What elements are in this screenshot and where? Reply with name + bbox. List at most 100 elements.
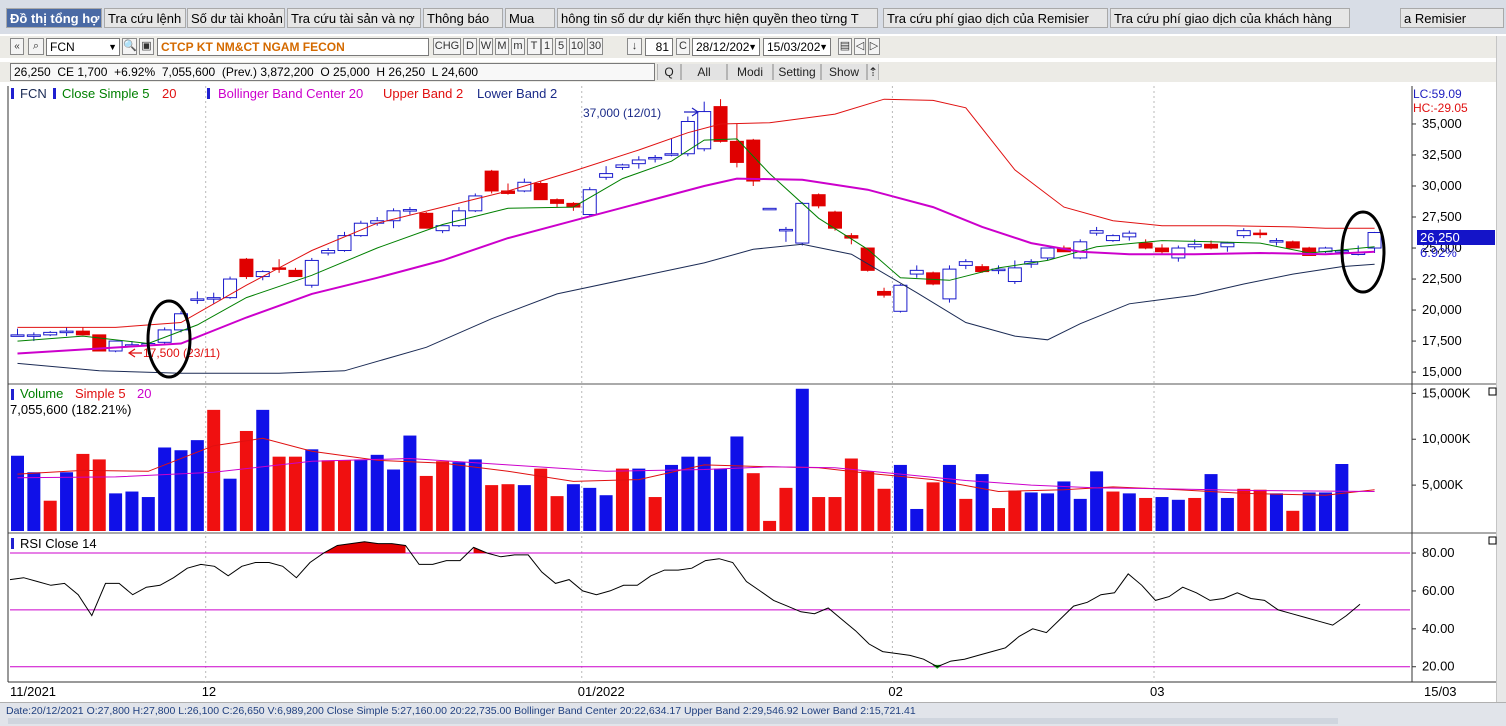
volume-bar <box>517 485 531 531</box>
volume-bar <box>1302 492 1316 531</box>
price-tick-label: 22,500 <box>1422 271 1462 286</box>
volume-bar <box>534 468 548 531</box>
volume-bar <box>158 447 172 531</box>
candle <box>1367 232 1382 249</box>
horizontal-scrollbar[interactable] <box>8 718 1338 724</box>
volume-bar <box>1335 464 1349 531</box>
candle <box>1105 235 1120 242</box>
legend-marker <box>207 88 210 99</box>
volume-bar <box>109 493 123 531</box>
candle <box>729 140 744 163</box>
candle <box>1138 242 1153 249</box>
volume-bar <box>566 484 580 531</box>
volume-bar <box>1024 492 1038 531</box>
volume-bar <box>992 508 1005 531</box>
x-tick-label: 15/03 <box>1424 684 1457 699</box>
volume-bar <box>452 462 466 531</box>
volume-bar <box>419 475 433 531</box>
candle <box>1089 230 1104 234</box>
legend-symbol: FCN <box>20 86 47 101</box>
candle <box>1171 247 1186 259</box>
volume-bar <box>223 478 237 531</box>
candle <box>1236 230 1251 237</box>
price-tick-label: 15,000 <box>1422 364 1462 379</box>
volume-bar <box>1220 497 1234 531</box>
volume-bar <box>436 461 450 531</box>
candle <box>10 334 25 337</box>
candle <box>615 164 630 168</box>
candle <box>419 212 434 229</box>
last-price-label: 26,250 <box>1420 230 1460 245</box>
legend-close-n: 20 <box>162 86 176 101</box>
volume-bar <box>387 469 401 531</box>
candle <box>304 259 319 286</box>
volume-bar <box>125 491 139 531</box>
candle <box>337 235 352 252</box>
volume-bar <box>599 495 613 531</box>
volume-tick-label: 15,000K <box>1422 385 1471 400</box>
volume-bar <box>714 468 728 531</box>
candle <box>206 297 221 300</box>
candle <box>1253 232 1268 236</box>
price-tick-label: 35,000 <box>1422 116 1462 131</box>
candle <box>893 284 908 312</box>
volume-bar <box>321 460 335 531</box>
status-text: Date:20/12/2021 O:27,800 H:27,800 L:26,1… <box>6 705 916 717</box>
candle <box>1122 232 1137 238</box>
candle <box>190 298 205 301</box>
volume-bar <box>632 468 646 531</box>
volume-bar <box>1041 493 1055 531</box>
volume-bar <box>861 471 875 531</box>
candle <box>239 258 254 278</box>
volume-bar <box>910 508 924 531</box>
candle <box>59 330 74 334</box>
hc-value: HC:-29.05 <box>1413 101 1468 115</box>
candle <box>321 250 336 254</box>
volume-bar <box>1057 481 1071 531</box>
legend-marker <box>11 88 14 99</box>
volume-bar <box>501 484 515 531</box>
high-annotation: 37,000 (12/01) <box>583 106 661 120</box>
volume-bar <box>828 497 842 531</box>
legend-lower-band: Lower Band 2 <box>477 86 557 101</box>
volume-bar <box>174 450 188 531</box>
candle <box>958 261 973 266</box>
chart-area: 15,00017,50020,00022,50025,00027,50030,0… <box>7 84 1497 700</box>
volume-bar <box>550 496 564 531</box>
rsi-tick-label: 80.00 <box>1422 545 1455 560</box>
candle <box>631 159 646 165</box>
volume-bar <box>403 435 417 531</box>
volume-bar <box>468 459 482 531</box>
price-tick-label: 30,000 <box>1422 178 1462 193</box>
volume-bar <box>1204 474 1218 531</box>
volume-bar <box>1269 493 1283 531</box>
candle <box>108 340 123 352</box>
candle <box>664 153 679 156</box>
candle <box>484 170 499 192</box>
volume-bar <box>1122 493 1136 531</box>
volume-bar <box>60 472 74 531</box>
price-tick-label: 17,500 <box>1422 333 1462 348</box>
volume-bar <box>615 468 629 531</box>
candle <box>43 331 58 336</box>
price-tick-label: 27,500 <box>1422 209 1462 224</box>
volume-bar <box>1171 499 1185 531</box>
volume-bar <box>370 454 384 531</box>
volume-bar <box>11 455 24 531</box>
volume-bar <box>1073 498 1087 531</box>
candle <box>1040 247 1055 259</box>
candle <box>680 120 695 155</box>
volume-bar <box>288 456 302 531</box>
volume-bar <box>583 487 597 531</box>
volume-current: 7,055,600 (182.21%) <box>10 402 131 417</box>
volume-bar <box>877 488 891 531</box>
candle <box>353 222 368 237</box>
volume-bar <box>1319 492 1332 531</box>
candle <box>582 189 597 216</box>
candle <box>1187 243 1202 248</box>
volume-bar <box>1286 510 1300 531</box>
low-annotation: 17,500 (23/11) <box>143 346 220 360</box>
volume-bar <box>763 520 777 531</box>
volume-bar <box>1237 488 1251 531</box>
volume-bar <box>27 472 41 531</box>
